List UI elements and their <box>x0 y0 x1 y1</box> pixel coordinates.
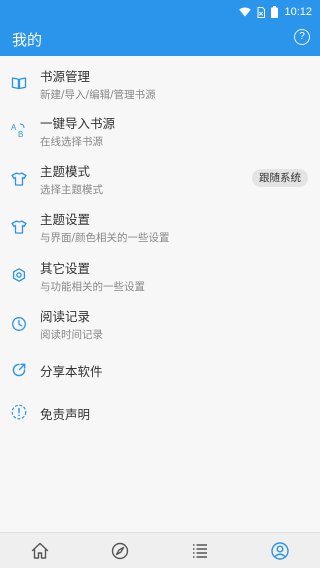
status-bar: 10:12 <box>0 0 320 24</box>
menu-item-title: 分享本软件 <box>40 364 103 379</box>
wifi-icon <box>239 7 252 17</box>
clock-icon <box>12 317 26 331</box>
page-title: 我的 <box>12 31 43 49</box>
menu-item-source-management[interactable]: 书源管理 新建/导入/编辑/管理书源 <box>0 58 320 106</box>
info-icon <box>11 404 27 420</box>
menu-item-theme-mode[interactable]: 主题模式 选择主题模式 跟随系统 <box>0 154 320 202</box>
menu-item-other-settings[interactable]: 其它设置 与功能相关的一些设置 <box>0 251 320 299</box>
menu-item-title: 其它设置 <box>40 261 91 276</box>
status-time: 10:12 <box>284 6 312 18</box>
menu-item-subtitle: 与功能相关的一些设置 <box>40 281 145 293</box>
tshirt-icon <box>11 220 27 234</box>
ab-translate-icon: A B <box>11 123 25 138</box>
menu-item-subtitle: 新建/导入/编辑/管理书源 <box>40 89 156 101</box>
profile-icon[interactable] <box>270 541 290 561</box>
menu-item-title: 主题设置 <box>40 212 91 227</box>
menu-item-reading-history[interactable]: 阅读记录 阅读时间记录 <box>0 299 320 347</box>
list-icon[interactable] <box>190 541 210 561</box>
menu-item-import-source[interactable]: A B 一键导入书源 在线选择书源 <box>0 106 320 154</box>
share-icon <box>12 363 26 377</box>
menu-item-disclaimer[interactable]: 免责声明 <box>0 391 320 435</box>
menu-item-theme-settings[interactable]: 主题设置 与界面/颜色相关的一些设置 <box>0 202 320 250</box>
menu-item-subtitle: 选择主题模式 <box>40 184 103 196</box>
tshirt-icon <box>11 172 27 186</box>
theme-mode-badge[interactable]: 跟随系统 <box>252 169 308 187</box>
menu-item-title: 阅读记录 <box>40 309 91 324</box>
status-icons: 10:12 <box>239 0 312 24</box>
svg-text:B: B <box>18 130 23 138</box>
help-button[interactable]: ? <box>294 29 310 45</box>
battery-icon <box>271 6 279 18</box>
menu-item-subtitle: 与界面/颜色相关的一些设置 <box>40 232 170 244</box>
menu-item-title: 一键导入书源 <box>40 116 116 131</box>
menu-item-title: 书源管理 <box>40 69 91 84</box>
menu-item-title: 主题模式 <box>40 164 91 179</box>
gear-icon <box>12 268 26 282</box>
sim-card-icon <box>257 6 266 18</box>
settings-list: 书源管理 新建/导入/编辑/管理书源 A B 一键导入书源 在线选择书源 主题模… <box>0 56 320 532</box>
book-icon <box>11 77 27 90</box>
explore-icon[interactable] <box>110 541 130 561</box>
menu-item-share-app[interactable]: 分享本软件 <box>0 347 320 391</box>
home-icon[interactable] <box>30 541 50 561</box>
menu-item-title: 免责声明 <box>40 407 91 422</box>
menu-item-subtitle: 在线选择书源 <box>40 136 103 148</box>
app-bar: 我的 ? <box>0 24 320 56</box>
menu-item-subtitle: 阅读时间记录 <box>40 329 103 341</box>
bottom-navigation <box>0 532 320 568</box>
svg-text:A: A <box>11 123 17 132</box>
